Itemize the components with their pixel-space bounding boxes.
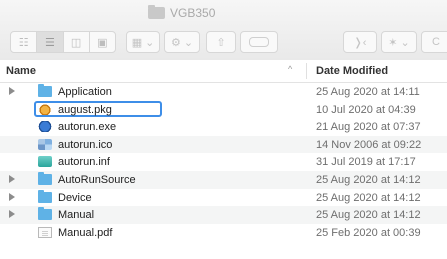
file-name: august.pkg — [58, 103, 112, 116]
folder-icon — [38, 84, 52, 97]
disclosure-triangle-icon[interactable] — [9, 210, 15, 219]
column-view-icon[interactable]: ◫ — [64, 32, 90, 52]
search-button[interactable]: C — [421, 31, 447, 53]
file-name: Device — [58, 191, 92, 204]
text-file-icon — [38, 156, 52, 168]
folder-icon — [148, 5, 165, 19]
file-row[interactable]: Device 25 Aug 2020 at 14:12 — [0, 189, 447, 207]
code-icon: ❭‹ — [353, 36, 367, 49]
file-date: 25 Aug 2020 at 14:12 — [316, 173, 421, 186]
file-date: 10 Jul 2020 at 04:39 — [316, 103, 416, 116]
tag-icon — [249, 37, 269, 47]
sort-indicator-icon: ^ — [288, 64, 293, 74]
file-date: 31 Jul 2019 at 17:17 — [316, 156, 416, 169]
dropbox-icon: ✶ — [388, 36, 398, 49]
view-mode-segmented-control[interactable]: ☷ ☰ ◫ ▣ — [10, 31, 116, 53]
quick-look-button[interactable]: ❭‹ — [343, 31, 377, 53]
grid-icon: ▦ — [131, 36, 143, 49]
chevron-down-icon: ⌄ — [145, 36, 155, 49]
disclosure-triangle-icon[interactable] — [9, 174, 15, 183]
file-row[interactable]: august.pkg 10 Jul 2020 at 04:39 — [0, 100, 447, 119]
chevron-down-icon: ⌄ — [183, 36, 194, 49]
file-list: Application 25 Aug 2020 at 14:11 august.… — [0, 83, 447, 241]
file-name: Manual — [58, 209, 95, 222]
file-name: AutoRunSource — [58, 173, 136, 186]
file-date: 25 Aug 2020 at 14:11 — [316, 86, 420, 98]
file-row[interactable]: autorun.exe 21 Aug 2020 at 07:37 — [0, 118, 447, 136]
file-row[interactable]: autorun.ico 14 Nov 2006 at 09:22 — [0, 135, 447, 154]
search-icon: C — [432, 36, 440, 48]
window-title-text: VGB350 — [170, 6, 216, 20]
file-name: autorun.ico — [58, 138, 113, 151]
window-title: VGB350 — [148, 5, 215, 21]
toolbar: ☷ ☰ ◫ ▣ ▦ ⌄ ⚙ ⌄ ⇧ ❭‹ ✶ ⌄ C — [0, 31, 447, 55]
file-date: 25 Aug 2020 at 14:12 — [316, 191, 421, 204]
dropbox-button[interactable]: ✶ ⌄ — [381, 31, 417, 53]
package-icon — [38, 103, 52, 115]
folder-icon — [38, 207, 52, 221]
name-column-header[interactable]: Name — [6, 65, 36, 77]
disclosure-triangle-icon[interactable] — [9, 87, 15, 95]
folder-icon — [38, 189, 52, 203]
chevron-down-icon: ⌄ — [400, 36, 410, 49]
column-divider[interactable] — [306, 63, 307, 79]
disclosure-triangle-icon[interactable] — [9, 192, 15, 201]
file-row[interactable]: Manual 25 Aug 2020 at 14:12 — [0, 206, 447, 224]
file-name: autorun.inf — [58, 156, 110, 169]
icon-view-icon[interactable]: ☷ — [11, 32, 38, 52]
list-view-icon[interactable]: ☰ — [37, 32, 64, 52]
window-titlebar: VGB350 ☷ ☰ ◫ ▣ ▦ ⌄ ⚙ ⌄ ⇧ ❭‹ ✶ ⌄ C — [0, 0, 447, 61]
file-row[interactable]: Manual.pdf 25 Feb 2020 at 00:39 — [0, 224, 447, 242]
gear-icon: ⚙ — [170, 36, 181, 49]
gallery-view-icon[interactable]: ▣ — [90, 32, 115, 52]
file-row[interactable]: Application 25 Aug 2020 at 14:11 — [0, 83, 447, 101]
tag-button[interactable] — [240, 31, 278, 53]
folder-icon — [38, 171, 52, 185]
file-name: Application — [58, 86, 112, 98]
file-name: autorun.exe — [58, 121, 117, 134]
share-button[interactable]: ⇧ — [206, 31, 236, 53]
date-modified-column-header[interactable]: Date Modified — [316, 65, 388, 77]
file-row[interactable]: AutoRunSource 25 Aug 2020 at 14:12 — [0, 170, 447, 189]
pdf-document-icon — [38, 226, 52, 238]
file-date: 25 Aug 2020 at 14:12 — [316, 209, 421, 222]
image-file-icon — [38, 138, 52, 150]
file-row[interactable]: autorun.inf 31 Jul 2019 at 17:17 — [0, 153, 447, 171]
column-header: Name ^ Date Modified — [0, 60, 447, 83]
file-date: 25 Feb 2020 at 00:39 — [316, 226, 421, 239]
group-by-button[interactable]: ▦ ⌄ — [126, 31, 160, 53]
action-button[interactable]: ⚙ ⌄ — [164, 31, 200, 53]
file-date: 21 Aug 2020 at 07:37 — [316, 121, 421, 134]
file-name: Manual.pdf — [58, 226, 113, 239]
file-date: 14 Nov 2006 at 09:22 — [316, 138, 422, 151]
executable-icon — [38, 121, 52, 133]
share-icon: ⇧ — [216, 36, 226, 49]
